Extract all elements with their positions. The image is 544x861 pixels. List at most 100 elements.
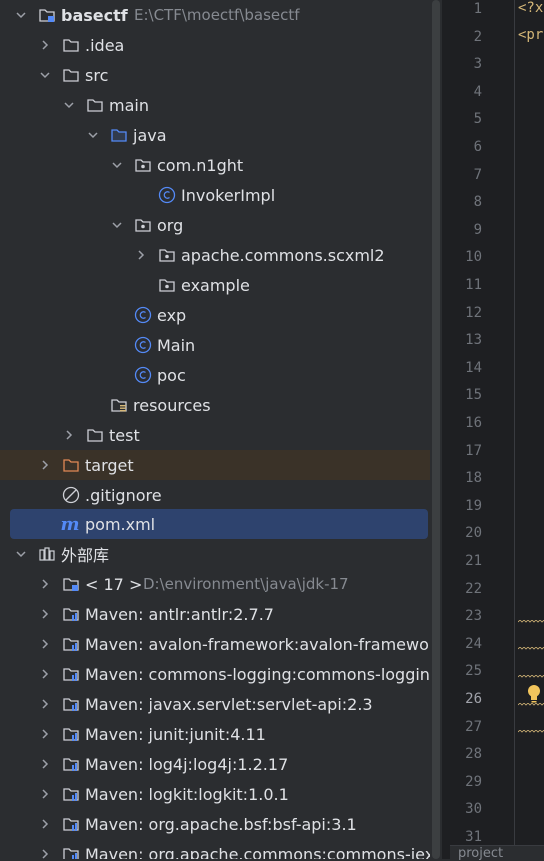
maven-library-icon — [62, 845, 80, 859]
chevron-down-icon[interactable] — [16, 10, 26, 20]
tree-item-library[interactable]: Maven: log4j:log4j:1.2.17 — [0, 749, 430, 779]
tree-item-library[interactable]: Maven: logkit:logkit:1.0.1 — [0, 779, 430, 809]
package-icon — [158, 276, 176, 294]
maven-library-icon — [62, 665, 80, 683]
tree-item-org[interactable]: org — [0, 210, 430, 240]
line-number: 2 — [473, 28, 482, 45]
line-number: 5 — [473, 111, 482, 128]
tree-item-example[interactable]: example — [0, 270, 430, 300]
tree-root-basectf[interactable]: basectf E:\CTF\moectf\basectf — [0, 0, 430, 30]
code-line[interactable]: <?x — [518, 0, 543, 16]
chevron-down-icon[interactable] — [64, 100, 74, 110]
chevron-down-icon[interactable] — [40, 70, 50, 80]
tree-item-label: pom.xml — [85, 514, 156, 534]
package-icon — [134, 216, 152, 234]
bottom-tab-project[interactable]: project — [450, 845, 544, 861]
line-number: 4 — [473, 83, 482, 100]
tree-item-poc[interactable]: poc — [0, 360, 430, 390]
tree-item-external-libraries[interactable]: 外部库 — [0, 539, 430, 569]
line-number: 24 — [465, 635, 482, 652]
chevron-right-icon[interactable] — [40, 729, 50, 739]
chevron-right-icon[interactable] — [136, 250, 146, 260]
tree-item-label: Maven: org.apache.bsf:bsf-api:3.1 — [85, 814, 357, 834]
line-number: 29 — [465, 773, 482, 790]
chevron-right-icon[interactable] — [40, 669, 50, 679]
tree-item-label: Main — [157, 335, 196, 355]
project-path: E:\CTF\moectf\basectf — [134, 6, 300, 24]
chevron-down-icon[interactable] — [16, 549, 26, 559]
tree-scrollbar-thumb[interactable] — [432, 0, 440, 859]
tree-item-idea[interactable]: .idea — [0, 30, 430, 60]
tree-item-com-n1ght[interactable]: com.n1ght — [0, 150, 430, 180]
line-number: 22 — [465, 580, 482, 597]
tree-item-label: example — [181, 275, 250, 295]
tree-item-apache-commons-scxml2[interactable]: apache.commons.scxml2 — [0, 240, 430, 270]
module-folder-icon — [38, 6, 56, 24]
chevron-right-icon[interactable] — [40, 849, 50, 859]
chevron-right-icon[interactable] — [40, 40, 50, 50]
tree-item-library[interactable]: Maven: commons-logging:commons-logging:1 — [0, 659, 430, 689]
tree-item-jdk[interactable]: < 17 > D:\environment\java\jdk-17 — [0, 569, 430, 599]
chevron-right-icon[interactable] — [40, 759, 50, 769]
line-number: 3 — [473, 56, 482, 73]
code-editor[interactable]: 1 2 3 4 5 6 7 8 9 10 11 12 13 14 15 16 17 18 19 20 21 22 23 24 2… — [442, 0, 544, 859]
chevron-right-icon[interactable] — [40, 789, 50, 799]
maven-library-icon — [62, 815, 80, 833]
tree-item-src[interactable]: src — [0, 60, 430, 90]
line-number: 15 — [465, 387, 482, 404]
tree-item-main[interactable]: main — [0, 90, 430, 120]
tree-item-label: .idea — [85, 35, 125, 55]
line-number: 23 — [465, 608, 482, 625]
tree-item-target[interactable]: target — [0, 450, 430, 480]
line-number: 30 — [465, 801, 482, 818]
ignore-file-icon — [62, 486, 80, 504]
tree-item-java[interactable]: java — [0, 120, 430, 150]
chevron-right-icon[interactable] — [40, 639, 50, 649]
chevron-right-icon[interactable] — [40, 579, 50, 589]
warning-squiggle — [518, 620, 544, 623]
line-number-gutter: 1 2 3 4 5 6 7 8 9 10 11 12 13 14 15 16 17 18 19 20 21 22 23 24 2… — [442, 0, 514, 859]
line-number: 26 — [465, 691, 482, 707]
tree-item-library[interactable]: Maven: antlr:antlr:2.7.7 — [0, 599, 430, 629]
chevron-down-icon[interactable] — [112, 160, 122, 170]
library-icon — [38, 545, 56, 563]
chevron-right-icon[interactable] — [40, 609, 50, 619]
tree-item-pom-xml[interactable]: m pom.xml — [10, 509, 428, 539]
tree-item-resources[interactable]: resources — [0, 390, 430, 420]
code-line[interactable]: <pr — [518, 27, 543, 43]
tree-item-label: Maven: commons-logging:commons-logging:1 — [85, 664, 430, 684]
lightbulb-icon[interactable] — [526, 684, 542, 704]
excluded-folder-icon — [62, 456, 80, 474]
chevron-right-icon[interactable] — [40, 460, 50, 470]
tree-item-label: src — [85, 65, 109, 85]
tree-item-library[interactable]: Maven: avalon-framework:avalon-framework… — [0, 629, 430, 659]
tree-item-invokerimpl[interactable]: InvokerImpl — [0, 180, 430, 210]
tree-item-library[interactable]: Maven: junit:junit:4.11 — [0, 719, 430, 749]
tree-item-main-class[interactable]: Main — [0, 330, 430, 360]
line-number: 19 — [465, 497, 482, 514]
tree-item-label: Maven: javax.servlet:servlet-api:2.3 — [85, 694, 373, 714]
tree-item-gitignore[interactable]: .gitignore — [0, 480, 430, 510]
line-number: 6 — [473, 139, 482, 155]
tree-item-label: Maven: logkit:logkit:1.0.1 — [85, 784, 289, 804]
tree-item-exp[interactable]: exp — [0, 300, 430, 330]
chevron-right-icon[interactable] — [40, 699, 50, 709]
tree-item-test[interactable]: test — [0, 420, 430, 450]
tree-item-library[interactable]: Maven: org.apache.commons:commons-jexl:2… — [0, 839, 430, 859]
chevron-right-icon[interactable] — [64, 430, 74, 440]
line-number: 18 — [465, 470, 482, 487]
chevron-down-icon[interactable] — [88, 130, 98, 140]
folder-icon — [62, 36, 80, 54]
maven-library-icon — [62, 635, 80, 653]
folder-icon — [86, 96, 104, 114]
tree-item-label: Maven: log4j:log4j:1.2.17 — [85, 754, 289, 774]
chevron-right-icon[interactable] — [40, 819, 50, 829]
tree-item-library[interactable]: Maven: org.apache.bsf:bsf-api:3.1 — [0, 809, 430, 839]
line-number: 13 — [465, 332, 482, 349]
tree-item-library[interactable]: Maven: javax.servlet:servlet-api:2.3 — [0, 689, 430, 719]
line-number: 12 — [465, 304, 482, 321]
tree-item-label: test — [109, 425, 140, 445]
tree-item-label: java — [133, 125, 167, 145]
chevron-down-icon[interactable] — [112, 220, 122, 230]
jdk-folder-icon — [62, 575, 80, 593]
